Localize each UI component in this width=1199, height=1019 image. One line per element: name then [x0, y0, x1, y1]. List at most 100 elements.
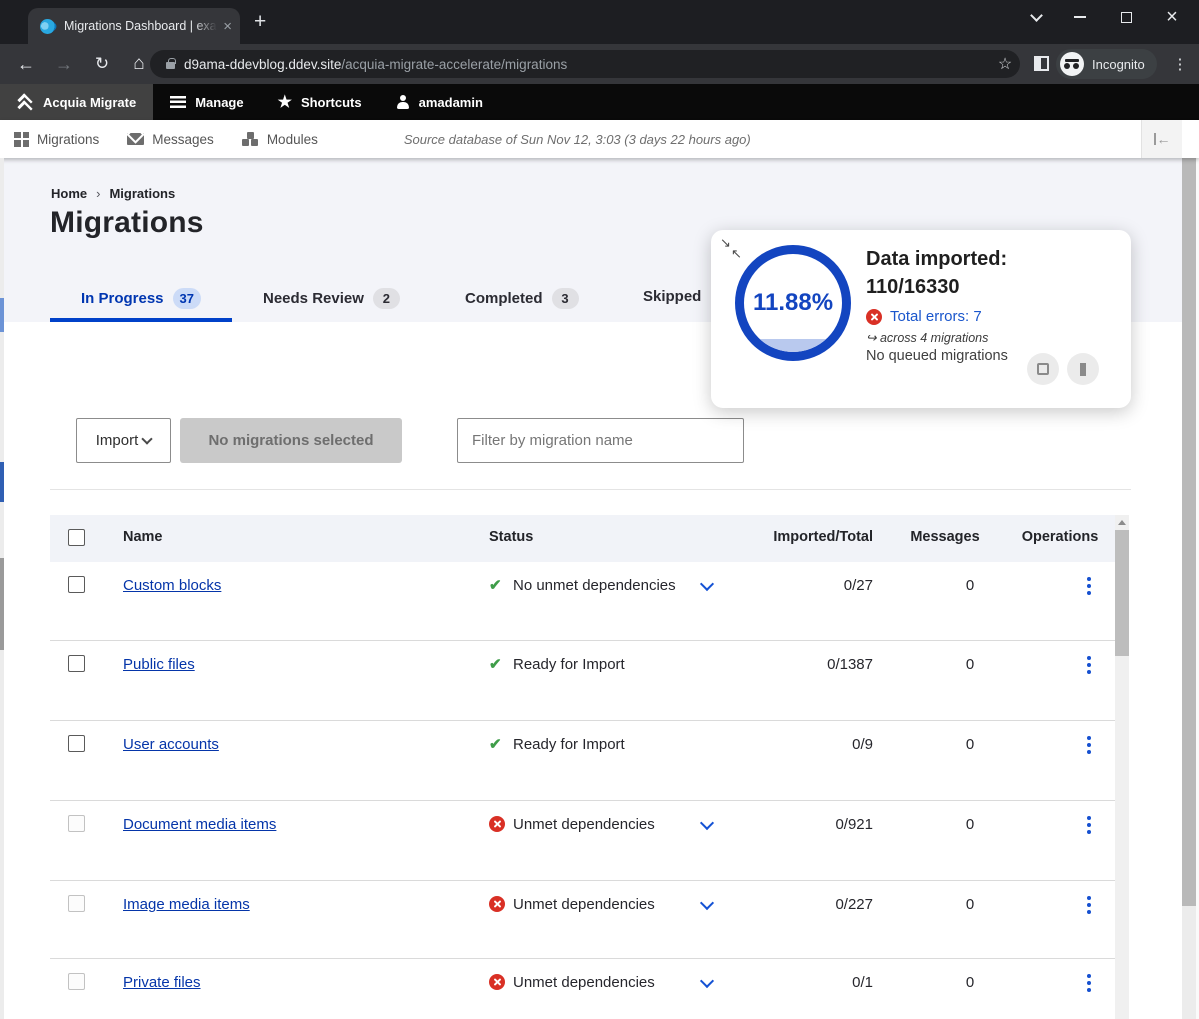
- migration-name-link[interactable]: Document media items: [123, 816, 276, 833]
- page-title: Migrations: [50, 206, 204, 240]
- operations-menu-icon[interactable]: [1080, 895, 1098, 915]
- operations-menu-icon[interactable]: [1080, 815, 1098, 835]
- tray-collapse-button[interactable]: ←: [1141, 120, 1182, 158]
- bookmark-star-icon[interactable]: ☆: [992, 50, 1018, 78]
- import-progress-card[interactable]: ↘ ↖ 11.88% Data imported: 110/16330 Tota…: [711, 230, 1131, 408]
- row-checkbox-disabled: [68, 895, 85, 912]
- window-minimize-button[interactable]: [1060, 0, 1100, 34]
- admin-item-manage[interactable]: Manage: [153, 84, 260, 120]
- total-errors-link[interactable]: Total errors: 7: [890, 308, 982, 325]
- imported-total-value: 0/921: [723, 816, 873, 833]
- progress-percent: 11.88%: [753, 289, 833, 317]
- admin-item-user[interactable]: amadamin: [379, 84, 500, 120]
- status-text: Ready for Import: [513, 656, 625, 673]
- row-checkbox[interactable]: [68, 655, 85, 672]
- header-operations: Operations: [1020, 529, 1100, 545]
- forward-icon: →: [50, 50, 78, 78]
- tray-item-messages[interactable]: Messages: [113, 132, 228, 147]
- manage-label: Manage: [195, 95, 243, 110]
- imported-total-value: 0/1: [723, 974, 873, 991]
- select-all-checkbox[interactable]: [68, 529, 85, 546]
- lock-icon: [166, 62, 175, 69]
- queued-migrations-note: No queued migrations: [866, 348, 1008, 364]
- modules-label: Modules: [267, 132, 318, 147]
- tab-in-progress-count: 37: [173, 288, 201, 309]
- pause-button[interactable]: [1067, 353, 1099, 385]
- tab-completed[interactable]: Completed 3: [465, 288, 579, 309]
- data-imported-count: 110/16330: [866, 276, 959, 299]
- messages-count: 0: [940, 736, 1000, 753]
- tab-in-progress[interactable]: In Progress 37: [81, 288, 201, 309]
- status-chevron-icon[interactable]: [700, 816, 714, 830]
- table-scrollbar[interactable]: [1115, 515, 1129, 1019]
- side-panel-icon[interactable]: [1034, 56, 1049, 71]
- url-host: d9ama-ddevblog.ddev.site: [184, 57, 341, 72]
- modules-icon: [242, 132, 259, 146]
- operations-menu-icon[interactable]: [1080, 735, 1098, 755]
- tab-needs-review[interactable]: Needs Review 2: [263, 288, 400, 309]
- migration-name-link[interactable]: User accounts: [123, 736, 219, 753]
- window-chevron-icon[interactable]: [1016, 0, 1056, 34]
- tab-close-icon[interactable]: ×: [223, 18, 232, 35]
- browser-tab[interactable]: Migrations Dashboard | example ×: [28, 8, 240, 44]
- migration-name-link[interactable]: Custom blocks: [123, 577, 221, 594]
- status-chevron-icon[interactable]: [700, 974, 714, 988]
- breadcrumb-current-link[interactable]: Migrations: [109, 186, 175, 201]
- acquia-migrate-label: Acquia Migrate: [43, 95, 136, 110]
- operations-menu-icon[interactable]: [1080, 576, 1098, 596]
- resize-arrow-icon[interactable]: ↖: [731, 246, 742, 262]
- table-header-row: Name Status Imported/Total Messages Oper…: [50, 515, 1115, 562]
- import-dropdown-button[interactable]: Import: [76, 418, 171, 463]
- across-migrations-text: across 4 migrations: [880, 331, 988, 345]
- admin-item-shortcuts[interactable]: ★ Shortcuts: [261, 84, 379, 120]
- row-checkbox[interactable]: [68, 735, 85, 752]
- header-status: Status: [489, 529, 533, 545]
- filter-input[interactable]: [457, 418, 744, 463]
- window-maximize-button[interactable]: [1106, 0, 1146, 34]
- screen: Migrations Dashboard | example × + × ← →…: [0, 0, 1199, 1019]
- header-name: Name: [123, 529, 163, 545]
- messages-count: 0: [940, 816, 1000, 833]
- browser-menu-icon[interactable]: ⋮: [1170, 50, 1190, 78]
- resize-arrow-icon[interactable]: ↘: [720, 235, 731, 251]
- home-icon[interactable]: ⌂: [125, 50, 153, 78]
- table-scrollbar-thumb[interactable]: [1115, 530, 1129, 656]
- stop-button[interactable]: [1027, 353, 1059, 385]
- admin-item-acquia-migrate[interactable]: Acquia Migrate: [0, 84, 153, 120]
- tab-skipped[interactable]: Skipped: [643, 288, 701, 305]
- reload-icon[interactable]: ↻: [88, 50, 116, 78]
- window-close-button[interactable]: ×: [1152, 0, 1192, 34]
- status-text: Unmet dependencies: [513, 896, 655, 913]
- page-scrollbar-thumb[interactable]: [1182, 126, 1196, 906]
- new-tab-button[interactable]: +: [254, 10, 266, 34]
- status-chevron-icon[interactable]: [700, 896, 714, 910]
- migration-name-link[interactable]: Private files: [123, 974, 201, 991]
- operations-menu-icon[interactable]: [1080, 655, 1098, 675]
- hook-arrow-icon: ↪: [866, 331, 876, 345]
- status-chevron-icon[interactable]: [700, 577, 714, 591]
- tray-item-migrations[interactable]: Migrations: [0, 132, 113, 147]
- migration-name-link[interactable]: Public files: [123, 656, 195, 673]
- tab-needs-review-label: Needs Review: [263, 290, 364, 307]
- incognito-icon: [1060, 52, 1084, 76]
- row-checkbox[interactable]: [68, 576, 85, 593]
- admin-toolbar: Acquia Migrate Manage ★ Shortcuts amadam…: [0, 84, 1199, 120]
- collapse-bar-icon: [1154, 133, 1156, 145]
- operations-menu-icon[interactable]: [1080, 973, 1098, 993]
- messages-count: 0: [940, 656, 1000, 673]
- page-scrollbar[interactable]: [1182, 120, 1196, 1019]
- scrollbar-up-arrow[interactable]: [1115, 515, 1129, 530]
- messages-count: 0: [940, 896, 1000, 913]
- back-icon[interactable]: ←: [12, 50, 40, 78]
- header-messages: Messages: [905, 529, 985, 545]
- collapse-arrow-icon: ←: [1157, 132, 1171, 146]
- table-row: Image media items Unmet dependencies 0/2…: [50, 880, 1115, 958]
- messages-label: Messages: [152, 132, 214, 147]
- migration-name-link[interactable]: Image media items: [123, 896, 250, 913]
- url-bar[interactable]: d9ama-ddevblog.ddev.site/acquia-migrate-…: [150, 50, 1020, 78]
- error-icon: [866, 309, 882, 325]
- breadcrumb-home-link[interactable]: Home: [51, 186, 87, 201]
- data-imported-heading: Data imported:: [866, 248, 1007, 271]
- tray-item-modules[interactable]: Modules: [228, 132, 332, 147]
- migrations-label: Migrations: [37, 132, 99, 147]
